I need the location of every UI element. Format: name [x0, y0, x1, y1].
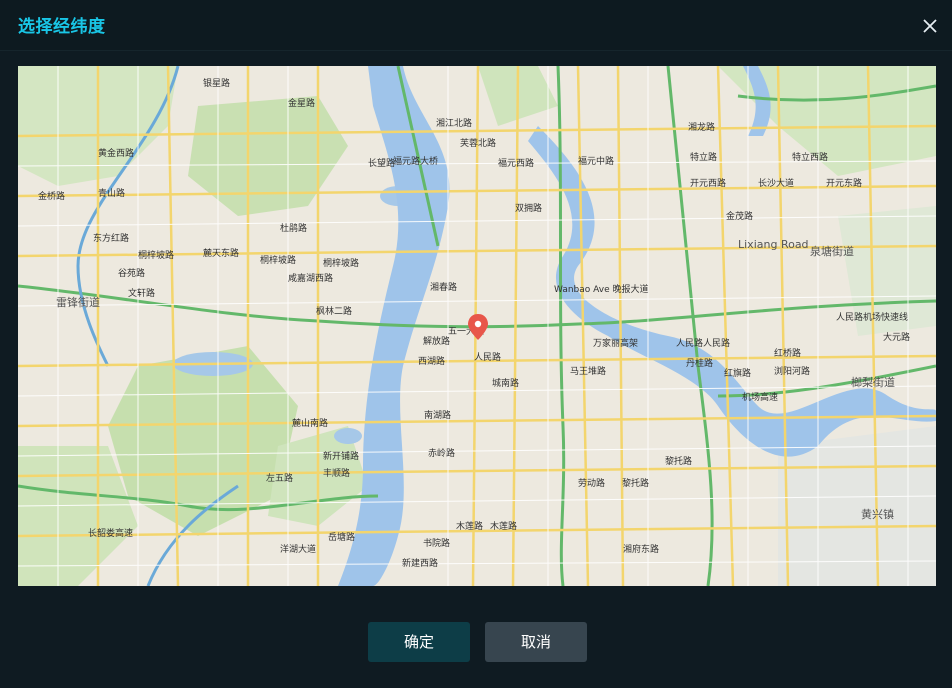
map-label: 劳动路 [578, 477, 605, 489]
map-label: 人民路人民路 [676, 337, 730, 349]
map-label: 金桥路 [38, 190, 65, 202]
map-label: 湘府东路 [623, 543, 659, 555]
map-label: Lixiang Road [738, 238, 809, 251]
map-label: 金星路 [288, 97, 315, 109]
map-label: 文轩路 [128, 287, 155, 299]
map-label: 东方红路 [93, 232, 129, 244]
map-label: 湘春路 [430, 281, 457, 293]
dialog-title: 选择经纬度 [18, 17, 106, 37]
map-label: 马王堆路 [570, 365, 606, 377]
confirm-button[interactable]: 确定 [368, 622, 470, 662]
map-label: 青山路 [98, 187, 125, 199]
map-label: 万家丽高架 [593, 337, 638, 349]
map-label: 特立西路 [792, 151, 828, 163]
map-label: 长沙大道 [758, 177, 794, 189]
map-label: 新开铺路 [323, 450, 359, 462]
map-label: 麓天东路 [203, 247, 239, 259]
map-label: 赤岭路 [428, 447, 455, 459]
map-label: 机场高速 [742, 391, 778, 403]
cancel-button[interactable]: 取消 [485, 622, 587, 662]
map-label: 榔梨街道 [851, 375, 895, 389]
map-label: 金茂路 [726, 210, 753, 222]
map-label: 芙蓉北路 [460, 137, 496, 149]
map-label: 左五路 [266, 472, 293, 484]
map-label: 枫林二路 [316, 305, 352, 317]
map-label: 木莲路 [490, 520, 517, 532]
map-label: 木莲路 [456, 520, 483, 532]
map-label: 人民路机场快速线 [836, 311, 908, 323]
map-label: 麓山南路 [292, 417, 328, 429]
map-label: 银星路 [203, 77, 230, 89]
map-label: 南湖路 [424, 409, 451, 421]
map-label: 岳塘路 [328, 531, 355, 543]
map-label: 谷苑路 [118, 267, 145, 279]
select-coordinates-dialog: 选择经纬度 银星路 金星路 黄金西路 金桥路 青山路 东方红路 桐梓坡路 麓天东… [0, 0, 952, 688]
map-label: 人民路 [474, 351, 501, 363]
map-label: 丹桂路 [686, 357, 713, 369]
map-label: 大元路 [883, 331, 910, 343]
map-label: 洋湖大道 [280, 543, 316, 555]
map-label: 湘江北路 [436, 117, 472, 129]
map-label: 解放路 [423, 335, 450, 347]
map-label: 长韶娄高速 [88, 527, 133, 539]
map-label: 书院路 [423, 537, 450, 549]
map-label: 福元中路 [578, 155, 614, 167]
close-icon[interactable] [922, 18, 938, 34]
map-view[interactable]: 银星路 金星路 黄金西路 金桥路 青山路 东方红路 桐梓坡路 麓天东路 谷苑路 … [18, 66, 936, 586]
map-label: 福元路大桥 [393, 155, 438, 167]
map-label: 福元西路 [498, 157, 534, 169]
map-label: 桐梓坡路 [323, 257, 359, 269]
map-label: 丰顺路 [323, 467, 350, 479]
map-label: 湘龙路 [688, 121, 715, 133]
map-label: 咸嘉湖西路 [288, 272, 333, 284]
map-label: 黄金西路 [98, 147, 134, 159]
map-label: 新建西路 [402, 557, 438, 569]
map-label: Wanbao Ave 晚报大道 [554, 283, 649, 295]
map-label: 桐梓坡路 [138, 249, 174, 261]
map-label: 杜鹃路 [280, 222, 307, 234]
map-label: 城南路 [492, 377, 519, 389]
map-label: 黎托路 [622, 477, 649, 489]
map-label: 红桥路 [774, 347, 801, 359]
map-label: 浏阳河路 [774, 365, 810, 377]
map-label: 开元东路 [826, 177, 862, 189]
map-label: 西湖路 [418, 355, 445, 367]
map-label: 特立路 [690, 151, 717, 163]
map-label: 雷锋街道 [56, 295, 100, 309]
map-label: 开元西路 [690, 177, 726, 189]
map-label: 双拥路 [515, 202, 542, 214]
dialog-header: 选择经纬度 [0, 0, 952, 51]
map-label: 桐梓坡路 [260, 254, 296, 266]
map-label: 黄兴镇 [861, 507, 894, 521]
map-label: 长望路 [368, 157, 395, 169]
map-label: 黎托路 [665, 455, 692, 467]
map-label: 红旗路 [724, 367, 751, 379]
map-label: 泉塘街道 [810, 244, 854, 258]
